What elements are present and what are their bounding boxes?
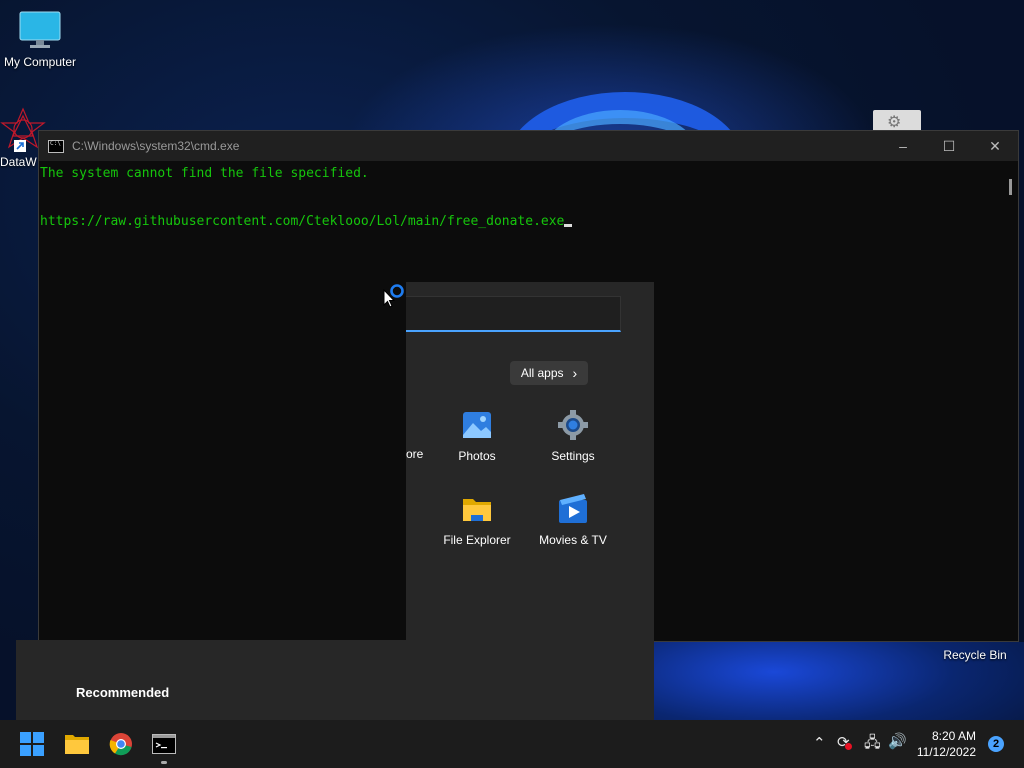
settings-window-fragment: ⚙ <box>873 110 921 132</box>
console-line: https://raw.githubusercontent.com/Cteklo… <box>40 210 1002 234</box>
monitor-icon <box>19 11 61 48</box>
chrome-icon <box>109 733 132 756</box>
pinned-app-label: File Explorer <box>443 533 511 547</box>
minimize-button[interactable]: – <box>880 131 926 161</box>
pinned-app-file-explorer[interactable]: File Explorer <box>431 493 523 547</box>
cmd-icon <box>48 139 64 153</box>
pinned-app-label: Photos <box>458 449 496 463</box>
close-button[interactable]: ✕ <box>972 131 1018 161</box>
network-icon[interactable]: 🖧 <box>864 732 881 757</box>
search-input[interactable] <box>406 296 621 332</box>
start-menu-recommended-panel <box>16 640 654 720</box>
clock[interactable]: 8:20 AM 11/12/2022 <box>917 728 976 760</box>
sync-icon[interactable]: ⟳ <box>837 733 852 751</box>
clock-time: 8:20 AM <box>931 729 976 743</box>
cmd-titlebar[interactable]: C:\Windows\system32\cmd.exe – ☐ ✕ <box>39 131 1018 161</box>
scrollbar-thumb[interactable] <box>1009 179 1012 195</box>
desktop-icon-my-computer[interactable]: My Computer <box>2 10 78 69</box>
volume-icon[interactable]: 🔊 <box>888 732 907 750</box>
pinned-app-store-label[interactable]: ore <box>406 447 423 461</box>
maximize-button[interactable]: ☐ <box>926 131 972 161</box>
recommended-heading: Recommended <box>76 685 170 700</box>
notification-badge[interactable]: 2 <box>988 736 1004 752</box>
desktop-icon-recycle-bin[interactable]: Recycle Bin <box>940 646 1010 662</box>
start-button[interactable] <box>16 728 48 760</box>
start-icon <box>20 732 44 756</box>
all-apps-label: All apps <box>520 366 564 380</box>
folder-icon <box>461 493 493 525</box>
console-line: The system cannot find the file specifie… <box>40 166 369 181</box>
pinned-app-settings[interactable]: Settings <box>527 409 619 463</box>
pinned-app-label: Movies & TV <box>539 533 607 547</box>
gear-icon: ⚙ <box>887 114 902 131</box>
chevron-right-icon: › <box>572 365 578 381</box>
desktop-icon-label: My Computer <box>3 55 77 69</box>
console-input: https://raw.githubusercontent.com/Cteklo… <box>40 214 565 229</box>
gear-icon <box>557 409 589 441</box>
taskbar-chrome[interactable] <box>105 728 137 760</box>
taskbar: ⌃ ⟳ 🖧 🔊 8:20 AM 11/12/2022 2 <box>0 720 1024 768</box>
running-indicator <box>161 761 167 764</box>
file-explorer-icon <box>65 735 89 754</box>
taskbar-cmd[interactable] <box>148 728 180 764</box>
taskbar-file-explorer[interactable] <box>61 728 93 760</box>
photos-icon <box>461 409 493 441</box>
pinned-app-label: Settings <box>551 449 595 463</box>
all-apps-button[interactable]: All apps › <box>510 361 588 385</box>
show-hidden-icons-chevron-icon[interactable]: ⌃ <box>813 734 826 752</box>
cmd-icon <box>152 734 176 754</box>
window-title: C:\Windows\system32\cmd.exe <box>72 139 240 153</box>
text-cursor <box>564 224 573 227</box>
busy-cursor-icon <box>383 284 404 308</box>
pinned-app-movies-tv[interactable]: Movies & TV <box>527 493 619 547</box>
movies-icon <box>557 493 589 525</box>
clock-date: 11/12/2022 <box>916 745 976 759</box>
desktop-icon-label: Recycle Bin <box>943 648 1007 662</box>
pinned-app-photos[interactable]: Photos <box>431 409 523 463</box>
